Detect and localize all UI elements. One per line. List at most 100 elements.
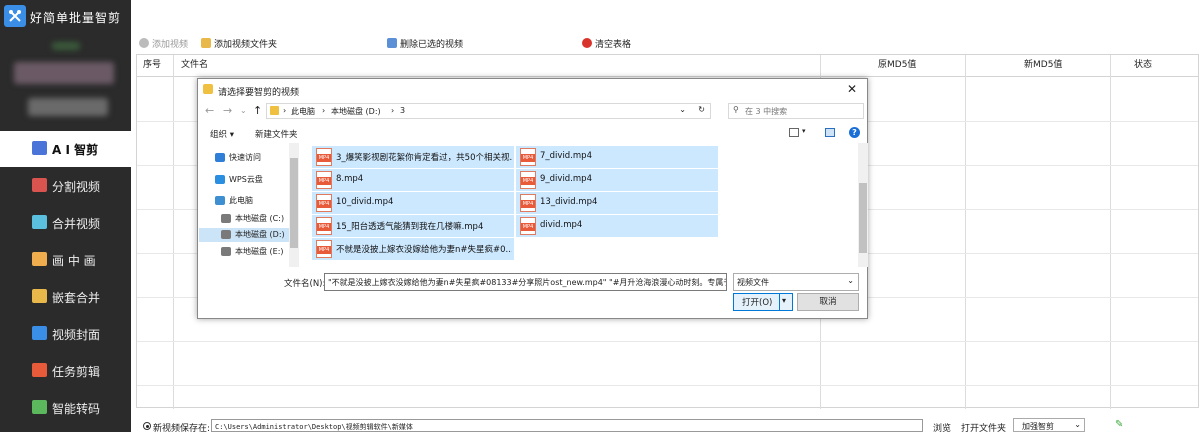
new-folder-button[interactable]: 新建文件夹 xyxy=(255,128,298,140)
save-path-input[interactable]: C:\Users\Administrator\Desktop\视频剪辑软件\新媒… xyxy=(211,419,923,432)
nav-item[interactable]: 快速访问 xyxy=(199,151,291,165)
search-input[interactable]: ⚲ 在 3 中搜索 xyxy=(728,103,864,119)
sidebar-item-label: 分割视频 xyxy=(52,180,101,194)
file-badge: MP4 xyxy=(317,177,331,185)
browse-button[interactable]: 浏览 xyxy=(933,421,951,432)
picture-in-picture-icon xyxy=(32,252,47,266)
file-name: divid.mp4 xyxy=(540,220,583,230)
col-old-md5: 原MD5值 xyxy=(878,60,917,70)
nav-item[interactable]: 本地磁盘 (C:) xyxy=(199,212,291,226)
delete-selected-button[interactable]: 删除已选的视频 xyxy=(387,37,463,51)
file-item[interactable]: MP4 8.mp4 xyxy=(312,169,514,191)
col-filename: 文件名 xyxy=(181,60,209,70)
file-item[interactable]: MP4 10_divid.mp4 xyxy=(312,192,514,214)
breadcrumb-item[interactable]: 本地磁盘 (D:) xyxy=(331,106,381,117)
file-name: 10_divid.mp4 xyxy=(336,197,394,207)
help-icon[interactable]: ? xyxy=(849,127,860,138)
chevron-down-icon[interactable]: ▾ xyxy=(782,296,786,305)
drive-icon xyxy=(221,214,231,223)
chevron-down-icon[interactable]: ▾ xyxy=(802,127,806,135)
nav-item[interactable]: 本地磁盘 (D:) xyxy=(199,228,291,242)
nav-item-label: 此电脑 xyxy=(229,196,253,205)
filename-input[interactable]: "不就是没披上嫁衣没嫁给他为妻n#失星疯#08133#分享照片ost_new.m… xyxy=(324,273,727,291)
folder-icon xyxy=(270,106,279,115)
add-video-button[interactable]: 添加视频 xyxy=(139,37,188,51)
nav-item-label: 快速访问 xyxy=(229,153,261,162)
save-label: 新视频保存在: xyxy=(153,424,211,432)
up-arrow-icon[interactable]: ↑ xyxy=(253,104,262,117)
file-name: 9_divid.mp4 xyxy=(540,174,592,184)
nav-item-label: 本地磁盘 (C:) xyxy=(235,214,285,223)
organize-button[interactable]: 组织 ▾ xyxy=(210,128,234,140)
sidebar-item[interactable]: A I 智剪 xyxy=(0,131,131,167)
sidebar-item[interactable]: 任务剪辑 xyxy=(0,353,131,389)
breadcrumb-item[interactable]: 此电脑 xyxy=(291,106,315,117)
file-list: MP4 3_爆笑影视剧花絮你肯定看过，共50个相关视... MP4 7_divid.m… xyxy=(310,143,858,267)
star-icon xyxy=(215,153,225,162)
nav-item[interactable]: 此电脑 xyxy=(199,194,291,208)
preview-pane-icon[interactable] xyxy=(825,128,835,137)
col-new-md5: 新MD5值 xyxy=(1024,60,1063,70)
file-item[interactable]: MP4 13_divid.mp4 xyxy=(516,192,718,214)
nav-item[interactable]: WPS云盘 xyxy=(199,173,291,187)
drive-icon xyxy=(221,247,231,256)
view-options-icon[interactable] xyxy=(789,128,799,137)
recent-chevron-icon[interactable]: ⌄ xyxy=(240,106,247,115)
sidebar-item[interactable]: 视频封面 xyxy=(0,316,131,352)
back-arrow-icon[interactable]: ← xyxy=(205,104,214,117)
file-item[interactable]: MP4 不就是没披上嫁衣没嫁给他为妻n#失星疯#0... xyxy=(312,238,514,260)
file-badge: MP4 xyxy=(317,246,331,254)
file-scrollbar[interactable] xyxy=(858,143,868,267)
mode-select[interactable]: 加强智剪 ⌄ xyxy=(1013,418,1085,432)
sidebar-item[interactable]: 智能转码 xyxy=(0,390,131,426)
smart-transcode-icon xyxy=(32,400,47,414)
file-item[interactable]: MP4 divid.mp4 xyxy=(516,215,718,237)
mp4-file-icon: MP4 xyxy=(316,240,332,258)
computer-icon xyxy=(215,196,225,205)
file-name: 13_divid.mp4 xyxy=(540,197,598,207)
drive-icon xyxy=(221,230,231,239)
file-badge: MP4 xyxy=(521,223,535,231)
sidebar-item[interactable]: 分割视频 xyxy=(0,168,131,204)
add-folder-button[interactable]: 添加视频文件夹 xyxy=(201,37,277,51)
cloud-icon xyxy=(215,175,225,184)
dialog-title: 请选择要智剪的视频 xyxy=(218,88,300,98)
file-item[interactable]: MP4 7_divid.mp4 xyxy=(516,146,718,168)
refresh-icon[interactable]: ↻ xyxy=(698,105,705,114)
file-badge: MP4 xyxy=(317,154,331,162)
scroll-thumb[interactable] xyxy=(859,183,867,253)
sidebar-item[interactable]: 画 中 画 xyxy=(0,242,131,278)
folder-icon xyxy=(201,38,211,48)
file-name: 7_divid.mp4 xyxy=(540,151,592,161)
nav-item[interactable]: 本地磁盘 (E:) xyxy=(199,245,291,259)
mp4-file-icon: MP4 xyxy=(316,194,332,212)
chevron-down-icon: ⌄ xyxy=(847,276,854,285)
file-badge: MP4 xyxy=(317,223,331,231)
file-item[interactable]: MP4 9_divid.mp4 xyxy=(516,169,718,191)
clear-table-button[interactable]: 清空表格 xyxy=(582,37,631,51)
forward-arrow-icon[interactable]: → xyxy=(223,104,232,117)
open-folder-button[interactable]: 打开文件夹 xyxy=(961,421,1006,432)
chevron-down-icon: ⌄ xyxy=(1074,420,1081,429)
chevron-down-icon[interactable]: ⌄ xyxy=(679,105,686,114)
start-icon[interactable]: ✎ xyxy=(1115,419,1125,431)
col-status: 状态 xyxy=(1134,60,1153,70)
close-icon[interactable]: ✕ xyxy=(845,82,859,96)
sidebar-item[interactable]: 合并视频 xyxy=(0,205,131,241)
navigation-pane: 快速访问 WPS云盘此电脑本地磁盘 (C:) 本地磁盘 (D:) 本地磁盘 (E:) xyxy=(199,143,299,263)
mp4-file-icon: MP4 xyxy=(520,171,536,189)
video-cover-icon xyxy=(32,326,47,340)
address-bar[interactable]: › 此电脑 › 本地磁盘 (D:) › 3 ⌄ ↻ xyxy=(266,103,711,119)
mp4-file-icon: MP4 xyxy=(316,148,332,166)
save-radio[interactable] xyxy=(143,422,151,430)
breadcrumb-item[interactable]: 3 xyxy=(400,106,405,115)
file-item[interactable]: MP4 3_爆笑影视剧花絮你肯定看过，共50个相关视... xyxy=(312,146,514,168)
file-name: 不就是没披上嫁衣没嫁给他为妻n#失星疯#0... xyxy=(336,245,512,255)
search-icon: ⚲ xyxy=(733,105,739,114)
nav-scrollbar[interactable] xyxy=(289,143,299,267)
cancel-button[interactable]: 取消 xyxy=(797,293,859,311)
file-item[interactable]: MP4 15_阳台透透气能猜到我在几楼嘛.mp4 xyxy=(312,215,514,237)
open-button[interactable]: 打开(O) ▾ xyxy=(733,293,793,311)
filetype-select[interactable]: 视频文件 ⌄ xyxy=(733,273,859,291)
sidebar-item[interactable]: 嵌套合并 xyxy=(0,279,131,315)
